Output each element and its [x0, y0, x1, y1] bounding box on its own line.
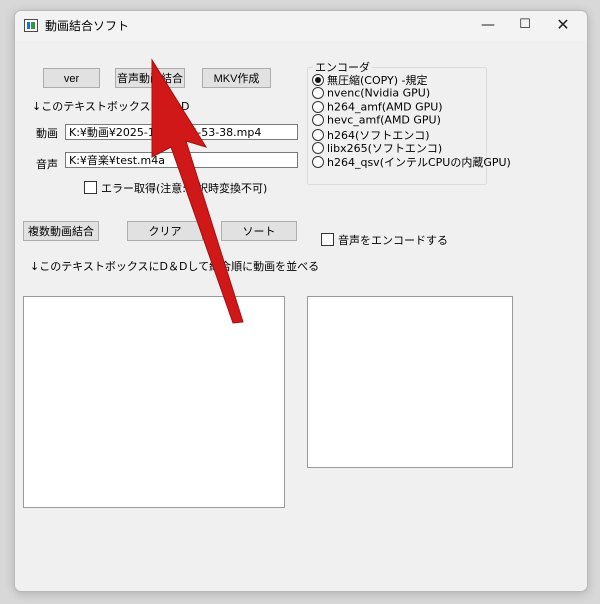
- window-title: 動画結合ソフト: [45, 19, 130, 33]
- side-list-box[interactable]: [307, 296, 513, 468]
- app-icon: [24, 19, 38, 32]
- minimize-button[interactable]: —: [470, 11, 506, 41]
- radio-copy[interactable]: [312, 74, 324, 86]
- video-list-box[interactable]: [23, 296, 285, 508]
- encode-audio-label: 音声をエンコードする: [338, 234, 448, 247]
- drop-hint-top: ↓このテキストボックスにD＆D: [32, 100, 190, 113]
- close-button[interactable]: ✕: [545, 11, 581, 41]
- multi-merge-button[interactable]: 複数動画結合: [23, 221, 99, 241]
- radio-nvenc[interactable]: [312, 87, 324, 99]
- video-label: 動画: [36, 127, 58, 140]
- radio-hevc-amf[interactable]: [312, 114, 324, 126]
- mkv-create-button[interactable]: MKV作成: [202, 68, 271, 88]
- encoder-option-hevc-amf[interactable]: hevc_amf(AMD GPU): [312, 113, 441, 127]
- video-path-input[interactable]: K:¥動画¥2025-10-1■04-53-38.mp4: [65, 124, 298, 140]
- radio-h264-amf[interactable]: [312, 101, 324, 113]
- error-checkbox[interactable]: [84, 181, 97, 194]
- drop-hint-bottom: ↓このテキストボックスにD＆Dして結合順に動画を並べる: [30, 260, 320, 273]
- audio-label: 音声: [36, 158, 58, 171]
- maximize-button[interactable]: ☐: [507, 11, 543, 41]
- error-checkbox-label: エラー取得(注意:選択時変換不可): [101, 182, 268, 195]
- sort-button[interactable]: ソート: [221, 221, 297, 241]
- audio-path-input[interactable]: K:¥音楽¥test.m4a: [65, 152, 298, 168]
- encoder-option-h264-amf[interactable]: h264_amf(AMD GPU): [312, 100, 443, 114]
- encode-audio-checkbox[interactable]: [321, 233, 334, 246]
- radio-h264-qsv[interactable]: [312, 156, 324, 168]
- clear-button[interactable]: クリア: [127, 221, 203, 241]
- audio-video-merge-button[interactable]: 音声動画結合: [115, 68, 185, 88]
- radio-libx265[interactable]: [312, 142, 324, 154]
- encoder-option-h264-qsv[interactable]: h264_qsv(インテルCPUの内蔵GPU): [312, 154, 511, 170]
- ver-button[interactable]: ver: [43, 68, 100, 88]
- encoder-option-nvenc[interactable]: nvenc(Nvidia GPU): [312, 86, 430, 100]
- app-window: 動画結合ソフト — ☐ ✕ ver 音声動画結合 MKV作成 ↓このテキストボッ…: [14, 10, 588, 592]
- title-bar: 動画結合ソフト — ☐ ✕: [15, 11, 587, 41]
